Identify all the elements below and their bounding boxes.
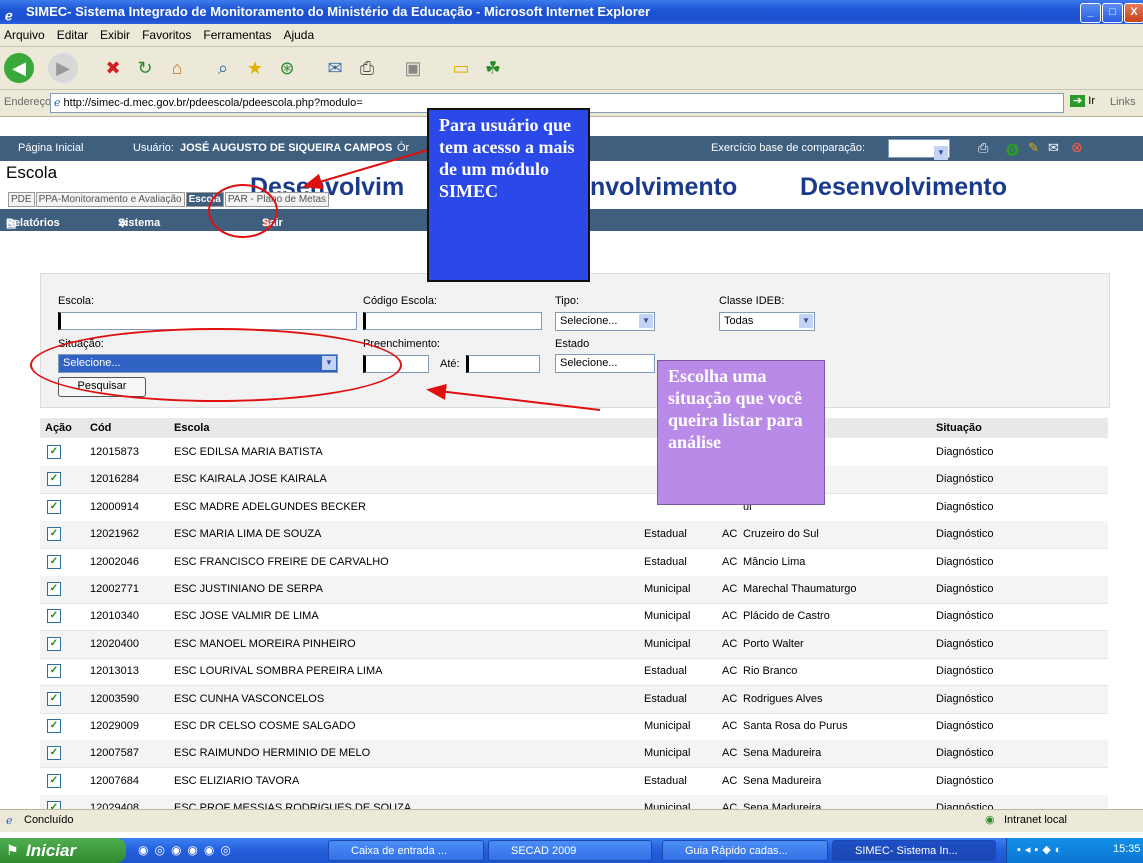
callout-multiple-modules: Para usuário que tem acesso a mais de um…	[427, 108, 590, 282]
arrow-to-situacao	[426, 383, 601, 411]
callout-choose-situation: Escolha uma situação que você queira lis…	[657, 360, 825, 505]
arrow-to-tabs	[302, 149, 429, 190]
